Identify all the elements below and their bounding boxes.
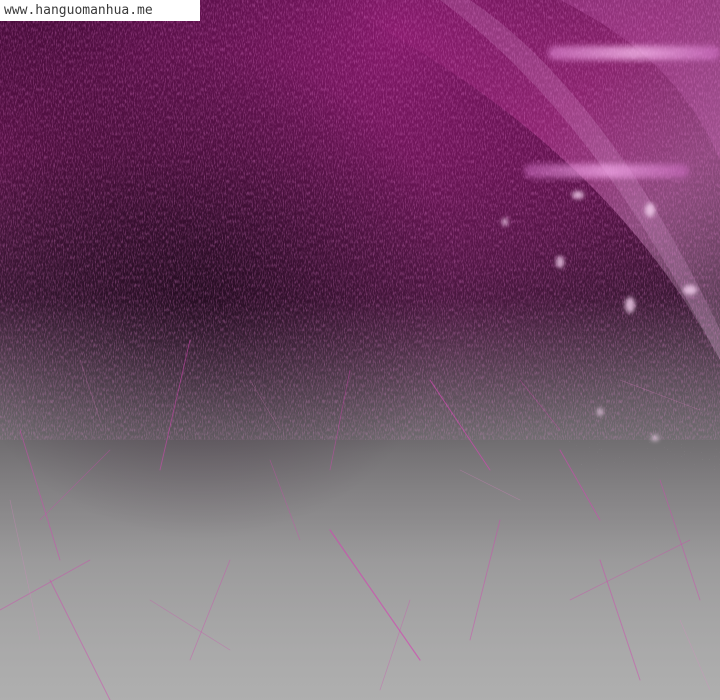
blurred-text-bar [548,46,720,60]
blurred-text-bar [524,164,689,178]
abstract-scratch-texture-art [0,0,720,700]
comic-panel: www.hanguomanhua.me [0,0,720,700]
site-watermark: www.hanguomanhua.me [0,0,200,21]
